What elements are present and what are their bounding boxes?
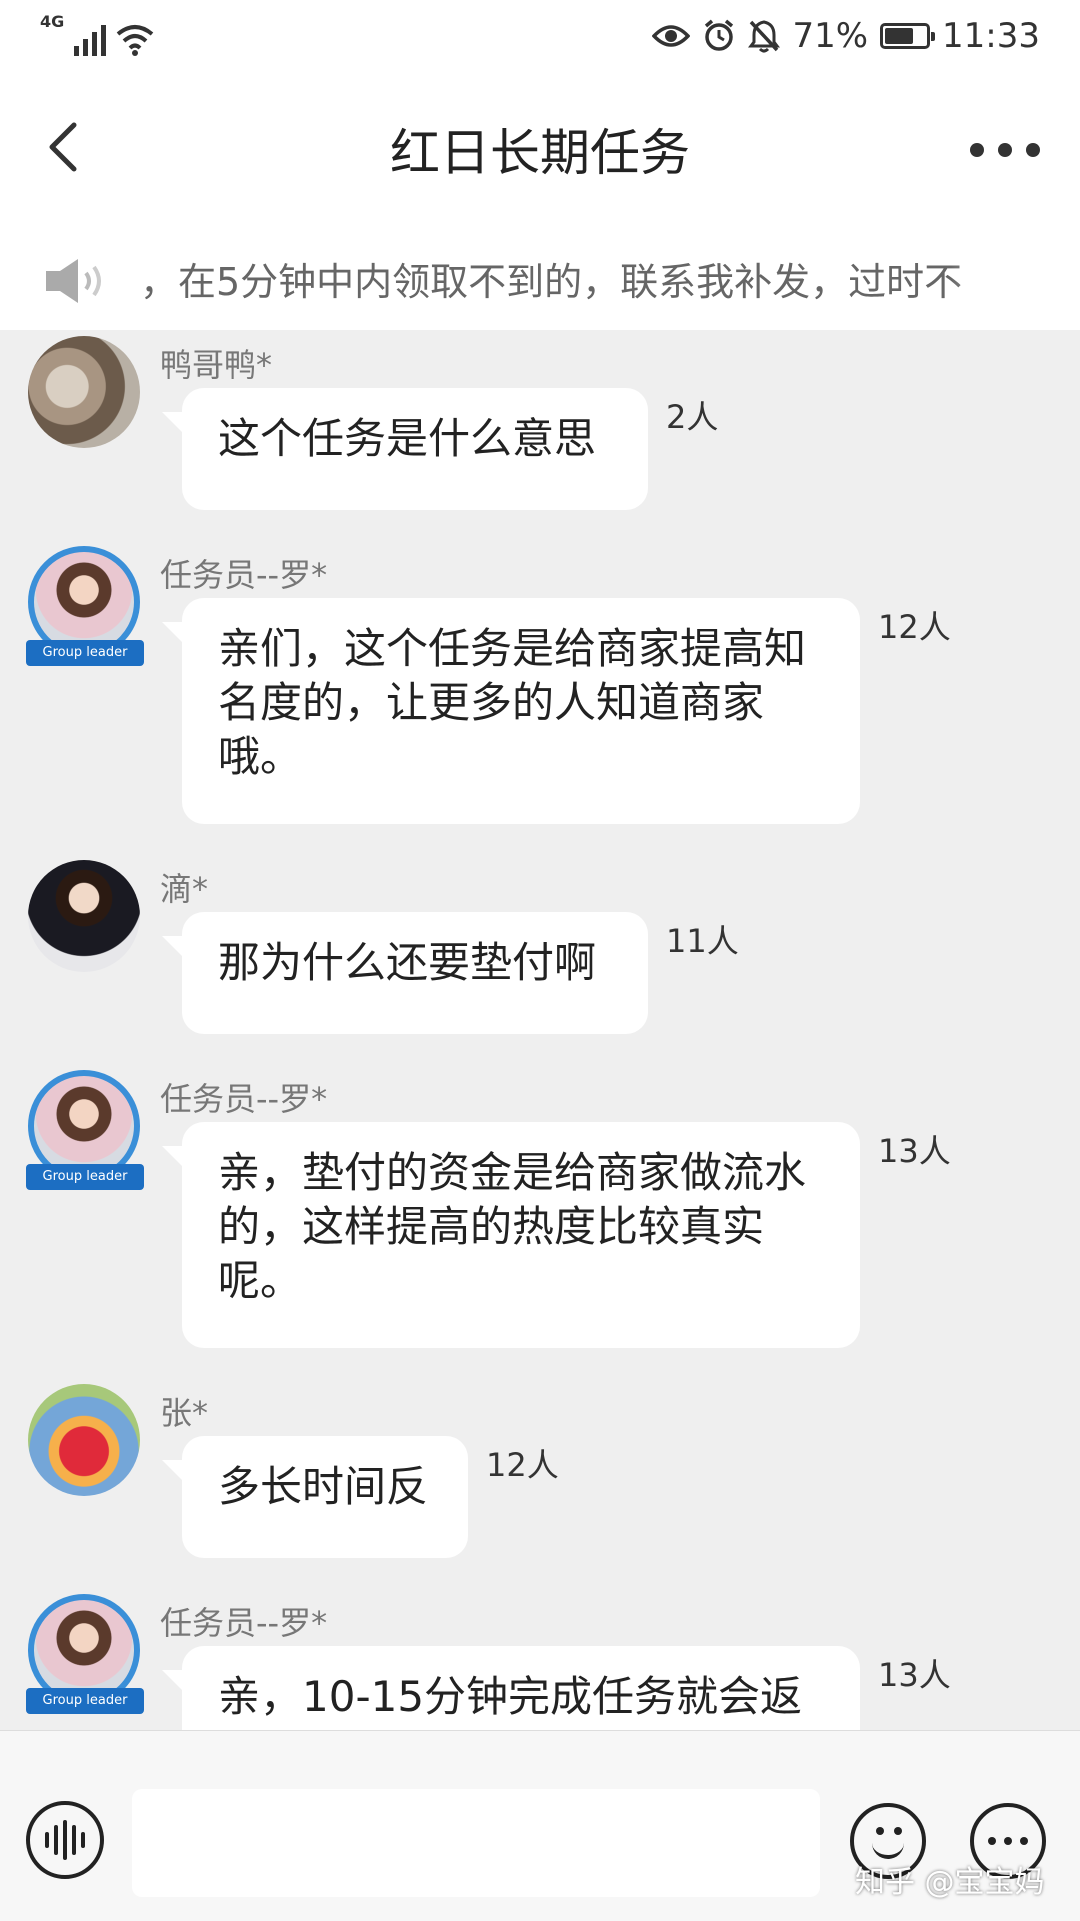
avatar[interactable]: [28, 336, 140, 448]
chat-header: 红日长期任务: [0, 75, 1080, 225]
input-bar: 知乎 @宝宝妈: [0, 1730, 1080, 1921]
status-left: 4G: [40, 14, 154, 56]
watermark: 知乎 @宝宝妈: [855, 1865, 1045, 1900]
message-list[interactable]: 鸭哥鸭* 这个任务是什么意思 2人 Group leader 任务员--罗* 亲…: [0, 330, 1080, 1730]
message-text: 那为什么还要垫付啊: [218, 938, 597, 987]
message-text: 亲们，这个任务是给商家提高知名度的，让更多的人知道商家哦。: [218, 624, 807, 781]
clock: 11:33: [942, 16, 1040, 56]
signal-icon: [74, 20, 107, 56]
message-text: 亲，10-15分钟完成任务就会返: [218, 1672, 803, 1721]
speaker-icon: [46, 259, 101, 303]
mute-icon: [748, 20, 781, 53]
voice-wave-icon[interactable]: [26, 1801, 104, 1879]
alarm-icon: [705, 19, 734, 51]
group-leader-badge: Group leader: [26, 1688, 144, 1714]
battery-icon: [880, 23, 936, 49]
message-bubble[interactable]: 亲，10-15分钟完成任务就会返: [162, 1646, 860, 1730]
announcement-bar[interactable]: ，在5分钟中内领取不到的，联系我补发，过时不: [0, 225, 1080, 330]
eye-icon: [652, 25, 691, 47]
sender-name: 任务员--罗*: [160, 1080, 328, 1118]
message-bubble[interactable]: 亲们，这个任务是给商家提高知名度的，让更多的人知道商家哦。: [162, 598, 860, 824]
message-bubble[interactable]: 多长时间反: [162, 1436, 468, 1558]
read-count[interactable]: 12人: [878, 602, 951, 648]
message-bubble[interactable]: 这个任务是什么意思: [162, 388, 648, 510]
status-right: 71% 11:33: [652, 16, 1040, 56]
message-bubble[interactable]: 那为什么还要垫付啊: [162, 912, 648, 1034]
read-count[interactable]: 2人: [666, 392, 718, 438]
battery-percent: 71%: [792, 16, 869, 56]
message-bubble[interactable]: 亲，垫付的资金是给商家做流水的，这样提高的热度比较真实呢。: [162, 1122, 860, 1348]
wifi-icon: [116, 25, 154, 56]
read-count[interactable]: 13人: [878, 1650, 951, 1696]
page-title: 红日长期任务: [390, 124, 690, 182]
read-count[interactable]: 12人: [486, 1440, 559, 1486]
read-count[interactable]: 11人: [666, 916, 739, 962]
sender-name: 任务员--罗*: [160, 556, 328, 594]
more-dots-icon[interactable]: [970, 125, 1040, 175]
network-type: 4G: [40, 12, 65, 31]
sender-name: 鸭哥鸭*: [160, 346, 273, 384]
sender-name: 滴*: [160, 870, 209, 908]
sender-name: 张*: [160, 1394, 209, 1432]
group-leader-badge: Group leader: [26, 640, 144, 666]
group-leader-badge: Group leader: [26, 1164, 144, 1190]
sender-name: 任务员--罗*: [160, 1604, 328, 1642]
message-text: 亲，垫付的资金是给商家做流水的，这样提高的热度比较真实呢。: [218, 1148, 807, 1305]
avatar[interactable]: [28, 1384, 140, 1496]
read-count[interactable]: 13人: [878, 1126, 951, 1172]
status-bar: 4G 71% 11:33: [0, 0, 1080, 75]
announcement-text: ，在5分钟中内领取不到的，联系我补发，过时不: [140, 260, 963, 304]
message-text: 多长时间反: [218, 1462, 429, 1511]
message-input[interactable]: [132, 1789, 820, 1897]
message-text: 这个任务是什么意思: [218, 414, 597, 463]
avatar[interactable]: [28, 860, 140, 972]
